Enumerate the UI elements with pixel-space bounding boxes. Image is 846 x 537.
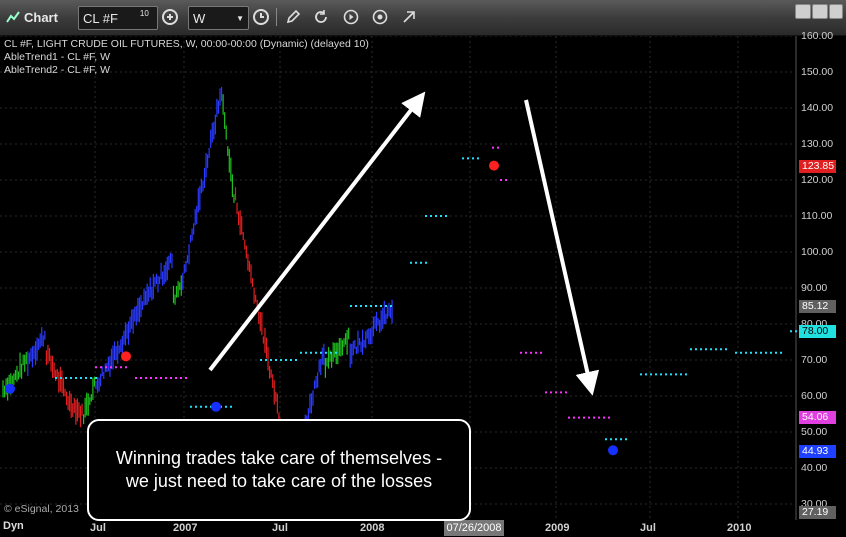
legend-study-2: AbleTrend2 - CL #F, W	[4, 64, 111, 76]
y-tick: 110.00	[801, 210, 833, 222]
x-tick: Jul	[90, 522, 106, 534]
x-tick: Jul	[640, 522, 656, 534]
annotation-arrow-down	[524, 99, 600, 396]
price-badge-current: 85.12	[799, 300, 836, 313]
legend-symbol: CL #F, LIGHT CRUDE OIL FUTURES, W, 00:00…	[4, 38, 369, 50]
draw-pencil-icon[interactable]	[282, 6, 304, 28]
window-title: Chart	[24, 9, 58, 25]
x-tick: 2007	[173, 522, 198, 534]
callout-line-2: we just need to take care of the losses	[125, 471, 433, 491]
chart-legend: CL #F, LIGHT CRUDE OIL FUTURES, W, 00:00…	[4, 38, 369, 77]
copyright-label: © eSignal, 2013	[4, 503, 79, 515]
close-button[interactable]	[829, 4, 843, 19]
signal-sell	[121, 351, 131, 362]
toolbar: Chart CL #F 10 W ▼	[0, 0, 846, 36]
x-tick: 2010	[727, 522, 752, 534]
y-tick: 60.00	[801, 390, 828, 402]
chevron-down-icon: ▼	[236, 13, 244, 23]
y-tick: 100.00	[801, 246, 834, 258]
play-icon[interactable]	[340, 6, 362, 28]
y-tick: 90.00	[801, 282, 828, 294]
annotation-arrow-up	[208, 91, 426, 372]
callout-line-1: Winning trades take care of themselves -	[115, 448, 443, 468]
chart-window: Chart CL #F 10 W ▼ CL #F, LIGHT CRUDE OI…	[0, 0, 846, 537]
maximize-button[interactable]	[812, 4, 828, 19]
cursor-date-label: 07/26/2008	[444, 520, 504, 536]
y-tick: 160.00	[801, 30, 834, 42]
price-badge-resistance: 54.06	[799, 411, 836, 424]
chart-window-icon	[6, 6, 20, 28]
signal-sell	[489, 160, 499, 171]
y-tick: 70.00	[801, 354, 828, 366]
price-badge-buy: 44.93	[799, 445, 836, 458]
minimize-button[interactable]	[795, 4, 811, 19]
price-badge-support: 78.00	[799, 325, 836, 338]
y-tick: 40.00	[801, 462, 828, 474]
symbol-superscript: 10	[139, 8, 149, 18]
toolbar-separator	[276, 8, 277, 26]
symbol-input[interactable]: CL #F 10	[78, 6, 158, 30]
dynamic-mode-label[interactable]: Dyn	[3, 520, 24, 532]
link-interval-icon[interactable]	[250, 6, 272, 28]
x-tick: 2008	[360, 522, 385, 534]
interval-value: W	[193, 10, 206, 26]
signal-buy	[5, 383, 15, 394]
price-badge-last-signal: 123.85	[799, 160, 836, 173]
symbol-value: CL #F	[83, 10, 118, 26]
y-tick: 140.00	[801, 102, 834, 114]
legend-study-1: AbleTrend1 - CL #F, W	[4, 51, 111, 63]
signal-buy	[211, 401, 221, 412]
time-axis	[0, 520, 846, 537]
x-tick: Jul	[272, 522, 288, 534]
y-tick: 130.00	[801, 138, 834, 150]
signal-buy	[608, 445, 618, 456]
annotation-callout: Winning trades take care of themselves -…	[87, 419, 471, 521]
interval-select[interactable]: W ▼	[188, 6, 249, 30]
link-symbol-icon[interactable]	[159, 6, 181, 28]
x-tick: 2009	[545, 522, 570, 534]
y-tick: 50.00	[801, 426, 828, 438]
zoom-icon[interactable]	[369, 6, 391, 28]
refresh-icon[interactable]	[310, 6, 332, 28]
price-badge-low: 27.19	[799, 506, 836, 519]
y-tick: 120.00	[801, 174, 834, 186]
settings-icon[interactable]	[398, 6, 420, 28]
y-tick: 150.00	[801, 66, 834, 78]
